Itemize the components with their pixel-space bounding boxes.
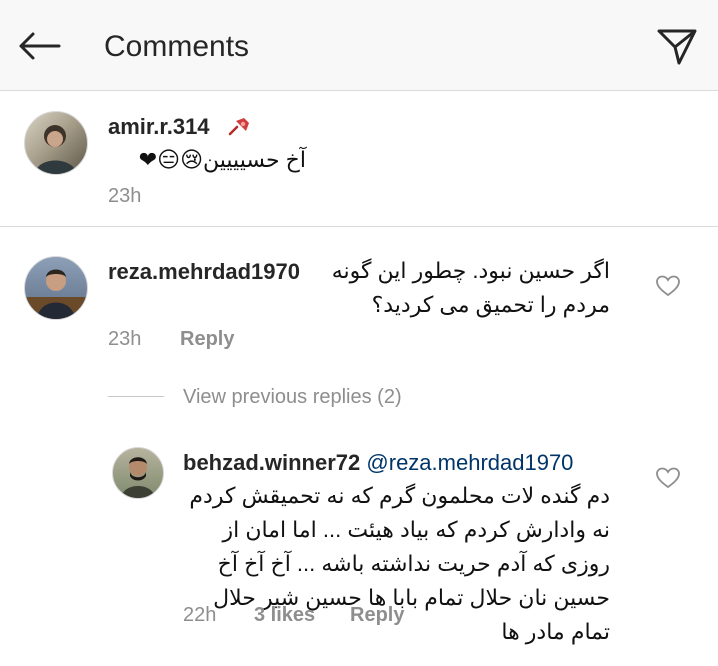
comment-text: آخ حسیییین😢😑❤	[138, 147, 306, 172]
avatar[interactable]	[24, 256, 88, 320]
view-previous-replies-label[interactable]: View previous replies (2)	[183, 386, 402, 409]
reply-username[interactable]: behzad.winner72	[183, 450, 360, 475]
replies-divider	[108, 396, 164, 397]
pinned-comment: amir.r.314 آخ حسیییین😢😑❤ 23h	[0, 91, 718, 227]
reply-button[interactable]: Reply	[180, 328, 234, 351]
comment-username[interactable]: amir.r.314	[108, 114, 210, 140]
top-bar: Comments	[0, 0, 718, 91]
comment-username[interactable]: reza.mehrdad1970	[108, 259, 300, 285]
comment-time: 23h	[108, 185, 142, 207]
reply-header: behzad.winner72 @reza.mehrdad1970	[183, 450, 573, 476]
reply-button[interactable]: Reply	[350, 604, 404, 627]
like-heart-icon[interactable]	[654, 272, 682, 300]
reply-mention[interactable]: @reza.mehrdad1970	[366, 450, 573, 475]
like-heart-icon[interactable]	[654, 464, 682, 492]
avatar[interactable]	[24, 111, 88, 175]
reply-time: 22h	[183, 604, 217, 626]
avatar[interactable]	[112, 447, 164, 499]
back-arrow-icon[interactable]	[14, 24, 64, 68]
pin-icon	[226, 115, 252, 142]
direct-send-icon[interactable]	[652, 22, 702, 72]
likes-count[interactable]: 3 likes	[254, 604, 315, 627]
page-title: Comments	[104, 30, 250, 63]
comment-text: اگر حسین نبود. چطور این گونه مردم را تحم…	[331, 258, 610, 317]
comment-time: 23h	[108, 328, 142, 350]
